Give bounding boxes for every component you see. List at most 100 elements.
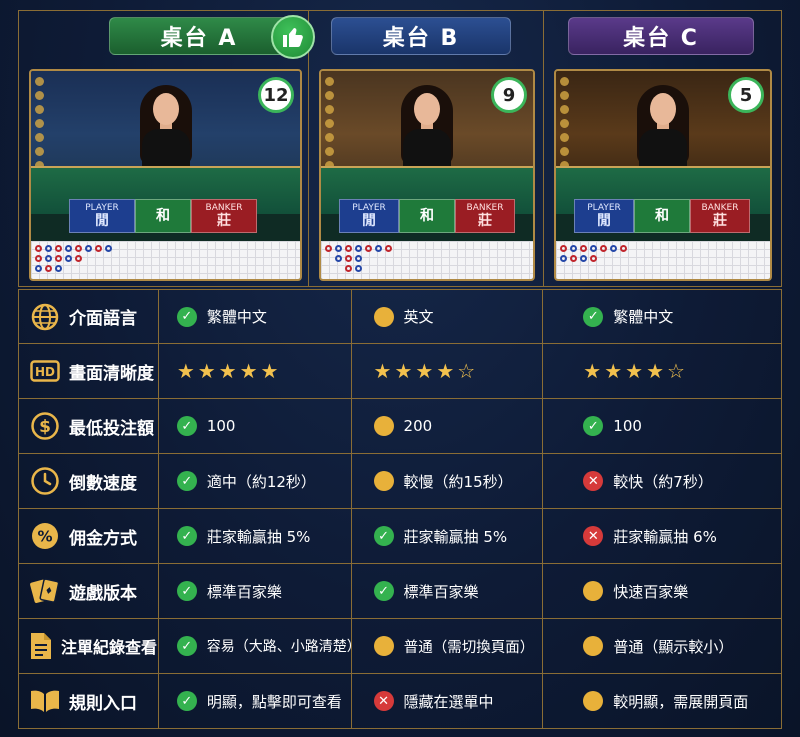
table-b-live-screen[interactable]: 9 PLAYER 閒 和 BANKER 莊 <box>319 69 535 281</box>
player-en-label: PLAYER <box>587 203 621 213</box>
check-icon: ✓ <box>583 306 604 327</box>
cell-table-a: ✓ 繁體中文 <box>159 290 352 343</box>
cell-table-b: 普通（需切換頁面） <box>352 619 544 673</box>
cell-text: 適中（約12秒） <box>206 472 316 491</box>
row-label-text: 畫面清晰度 <box>69 363 154 384</box>
cell-text: 標準百家樂 <box>206 582 282 601</box>
dollar-icon: $ <box>29 410 61 442</box>
row-label-text: 最低投注額 <box>69 418 154 439</box>
neutral-dot-icon <box>583 691 604 711</box>
banker-en-label: BANKER <box>701 203 739 213</box>
table-a-live-screen[interactable]: 12 PLAYER 閒 和 BANKER 莊 <box>29 69 302 281</box>
bet-area: PLAYER 閒 和 BANKER 莊 <box>339 199 515 233</box>
clock-icon <box>29 465 61 497</box>
table-b-column: 桌台 B 9 PLAYER 閒 和 BANKER 莊 <box>309 10 544 287</box>
check-icon: ✓ <box>176 526 197 546</box>
table-row: HD 畫面清晰度 ★★★★★ ★★★★☆ ★★★★☆ <box>18 344 782 399</box>
roadmap-grid <box>556 241 770 279</box>
countdown-timer: 12 <box>258 77 294 113</box>
neutral-dot-icon <box>583 636 604 656</box>
cell-table-c: ✓ 100 <box>543 399 781 453</box>
check-icon: ✓ <box>373 581 394 601</box>
svg-text:$: $ <box>39 417 51 437</box>
cell-text: 100 <box>613 417 642 435</box>
side-menu-icons[interactable] <box>560 77 572 175</box>
bet-tie-button[interactable]: 和 <box>634 199 690 233</box>
cell-table-a: ✓ 莊家輸贏抽 5% <box>159 509 352 563</box>
cell-text: 莊家輸贏抽 5% <box>403 527 508 546</box>
table-row: 介面語言 ✓ 繁體中文 英文 ✓ 繁體中文 <box>18 289 782 344</box>
cell-table-a: ★★★★★ <box>159 344 352 398</box>
table-a-column: 桌台 A 12 PLAYER 閒 和 BANKER 莊 <box>18 10 315 287</box>
player-en-label: PLAYER <box>352 203 386 213</box>
cell-table-b: ✓ 標準百家樂 <box>352 564 544 618</box>
check-icon: ✓ <box>176 471 197 491</box>
cell-text: 較快（約7秒） <box>613 472 713 491</box>
table-row: 注單紀錄查看 ✓ 容易（大路、小路清楚） 普通（需切換頁面） 普通（顯示較小） <box>18 619 782 674</box>
check-icon: ✓ <box>176 416 197 436</box>
row-label-text: 遊戲版本 <box>69 583 137 604</box>
row-label-text: 佣金方式 <box>69 528 137 549</box>
player-zh-label: 閒 <box>597 213 611 229</box>
cell-text: 莊家輸贏抽 5% <box>206 527 311 546</box>
cell-text: 容易（大路、小路清楚） <box>206 639 361 655</box>
cell-table-c: ✕ 莊家輸贏抽 6% <box>543 509 781 563</box>
table-c-title[interactable]: 桌台 C <box>568 17 754 55</box>
cell-table-a: ✓ 適中（約12秒） <box>159 454 352 508</box>
star-rating: ★★★★☆ <box>583 359 688 383</box>
row-label-text: 倒數速度 <box>69 473 137 494</box>
cell-text: 200 <box>403 417 433 435</box>
bet-banker-button[interactable]: BANKER 莊 <box>455 199 515 233</box>
bet-player-button[interactable]: PLAYER 閒 <box>574 199 634 233</box>
cell-text: 隱藏在選單中 <box>403 692 494 711</box>
row-label: % 佣金方式 <box>19 509 159 563</box>
cell-table-c: 較明顯，需展開頁面 <box>543 674 781 728</box>
table-row: 倒數速度 ✓ 適中（約12秒） 較慢（約15秒） ✕ 較快（約7秒） <box>18 454 782 509</box>
table-c-live-screen[interactable]: 5 PLAYER 閒 和 BANKER 莊 <box>554 69 772 281</box>
globe-icon <box>29 301 61 333</box>
row-label: 倒數速度 <box>19 454 159 508</box>
bet-player-button[interactable]: PLAYER 閒 <box>69 199 135 233</box>
cell-text: 普通（顯示較小） <box>613 637 734 656</box>
bet-player-button[interactable]: PLAYER 閒 <box>339 199 399 233</box>
cell-table-a: ✓ 標準百家樂 <box>159 564 352 618</box>
neutral-dot-icon <box>373 306 394 327</box>
bet-tie-button[interactable]: 和 <box>135 199 191 233</box>
cell-table-a: ✓ 100 <box>159 399 352 453</box>
banker-zh-label: 莊 <box>713 213 727 229</box>
countdown-timer: 9 <box>491 77 527 113</box>
cell-text: 莊家輸贏抽 6% <box>613 527 717 546</box>
table-a-title[interactable]: 桌台 A <box>109 17 289 55</box>
table-b-title[interactable]: 桌台 B <box>331 17 511 55</box>
cell-table-c: 普通（顯示較小） <box>543 619 781 673</box>
book-icon <box>29 685 61 717</box>
bet-banker-button[interactable]: BANKER 莊 <box>690 199 750 233</box>
tie-zh-label: 和 <box>156 208 170 224</box>
roadmap-dots <box>558 243 678 279</box>
side-menu-icons[interactable] <box>325 77 337 175</box>
cell-text: 英文 <box>403 308 434 326</box>
bet-area: PLAYER 閒 和 BANKER 莊 <box>69 199 257 233</box>
cell-table-c: 快速百家樂 <box>543 564 781 618</box>
roadmap-grid <box>321 241 533 279</box>
check-icon: ✓ <box>176 691 197 711</box>
banker-en-label: BANKER <box>205 203 243 213</box>
svg-text:HD: HD <box>35 365 55 379</box>
check-icon: ✓ <box>176 636 197 656</box>
player-zh-label: 閒 <box>95 213 109 229</box>
countdown-timer: 5 <box>728 77 764 113</box>
banker-en-label: BANKER <box>466 203 504 213</box>
cell-table-b: 200 <box>352 399 544 453</box>
cross-icon: ✕ <box>583 526 604 546</box>
neutral-dot-icon <box>373 636 394 656</box>
cell-table-b: ✕ 隱藏在選單中 <box>352 674 544 728</box>
bet-tie-button[interactable]: 和 <box>399 199 455 233</box>
comparison-page: 桌台 A 12 PLAYER 閒 和 BANKER 莊 桌台 B 9 PLAYE… <box>0 0 800 737</box>
roadmap-dots <box>33 243 153 279</box>
side-menu-icons[interactable] <box>35 77 47 175</box>
cell-table-a: ✓ 容易（大路、小路清楚） <box>159 619 361 673</box>
neutral-dot-icon <box>373 471 394 491</box>
row-label-text: 注單紀錄查看 <box>61 638 158 657</box>
row-label: 遊戲版本 <box>19 564 159 618</box>
bet-banker-button[interactable]: BANKER 莊 <box>191 199 257 233</box>
